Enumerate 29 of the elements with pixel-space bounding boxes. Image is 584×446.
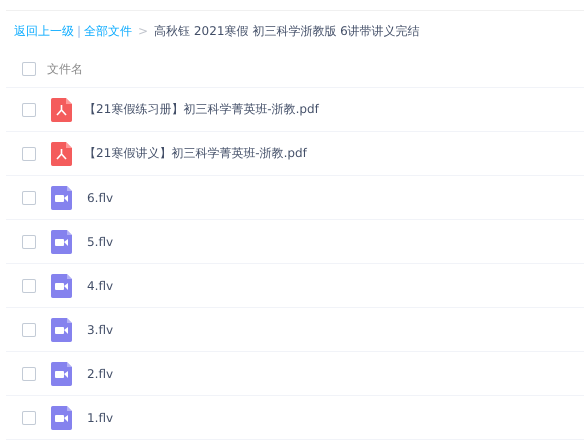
file-name[interactable]: 6.flv	[87, 190, 114, 204]
file-name[interactable]: 4.flv	[87, 278, 114, 292]
video-file-icon	[51, 230, 72, 254]
checkbox[interactable]	[22, 146, 36, 160]
checkbox[interactable]	[22, 102, 36, 116]
current-folder: 高秋钰 2021寒假 初三科学浙教版 6讲带讲义完结	[154, 22, 420, 40]
video-file-icon	[51, 362, 72, 386]
file-name[interactable]: 2.flv	[87, 366, 114, 380]
video-file-icon	[51, 186, 72, 210]
checkbox[interactable]	[22, 322, 36, 336]
video-file-icon	[51, 406, 72, 430]
pdf-file-icon	[51, 98, 72, 122]
file-name[interactable]: 3.flv	[87, 322, 114, 336]
column-header: 文件名	[47, 60, 83, 78]
file-name[interactable]: 【21寒假讲义】初三科学菁英班-浙教.pdf	[84, 145, 307, 162]
video-file-icon	[51, 318, 72, 342]
checkbox[interactable]	[22, 62, 36, 76]
file-name[interactable]: 【21寒假练习册】初三科学菁英班-浙教.pdf	[84, 101, 319, 118]
chevron: >	[138, 24, 148, 38]
file-name[interactable]: 5.flv	[87, 234, 114, 248]
pdf-file-icon	[51, 142, 72, 166]
checkbox[interactable]	[22, 278, 36, 292]
checkbox[interactable]	[22, 366, 36, 380]
video-file-icon	[51, 274, 72, 298]
checkbox[interactable]	[22, 234, 36, 248]
file-name[interactable]: 1.flv	[87, 410, 114, 424]
separator: |	[77, 24, 82, 38]
checkbox[interactable]	[22, 410, 36, 424]
checkbox[interactable]	[22, 190, 36, 204]
